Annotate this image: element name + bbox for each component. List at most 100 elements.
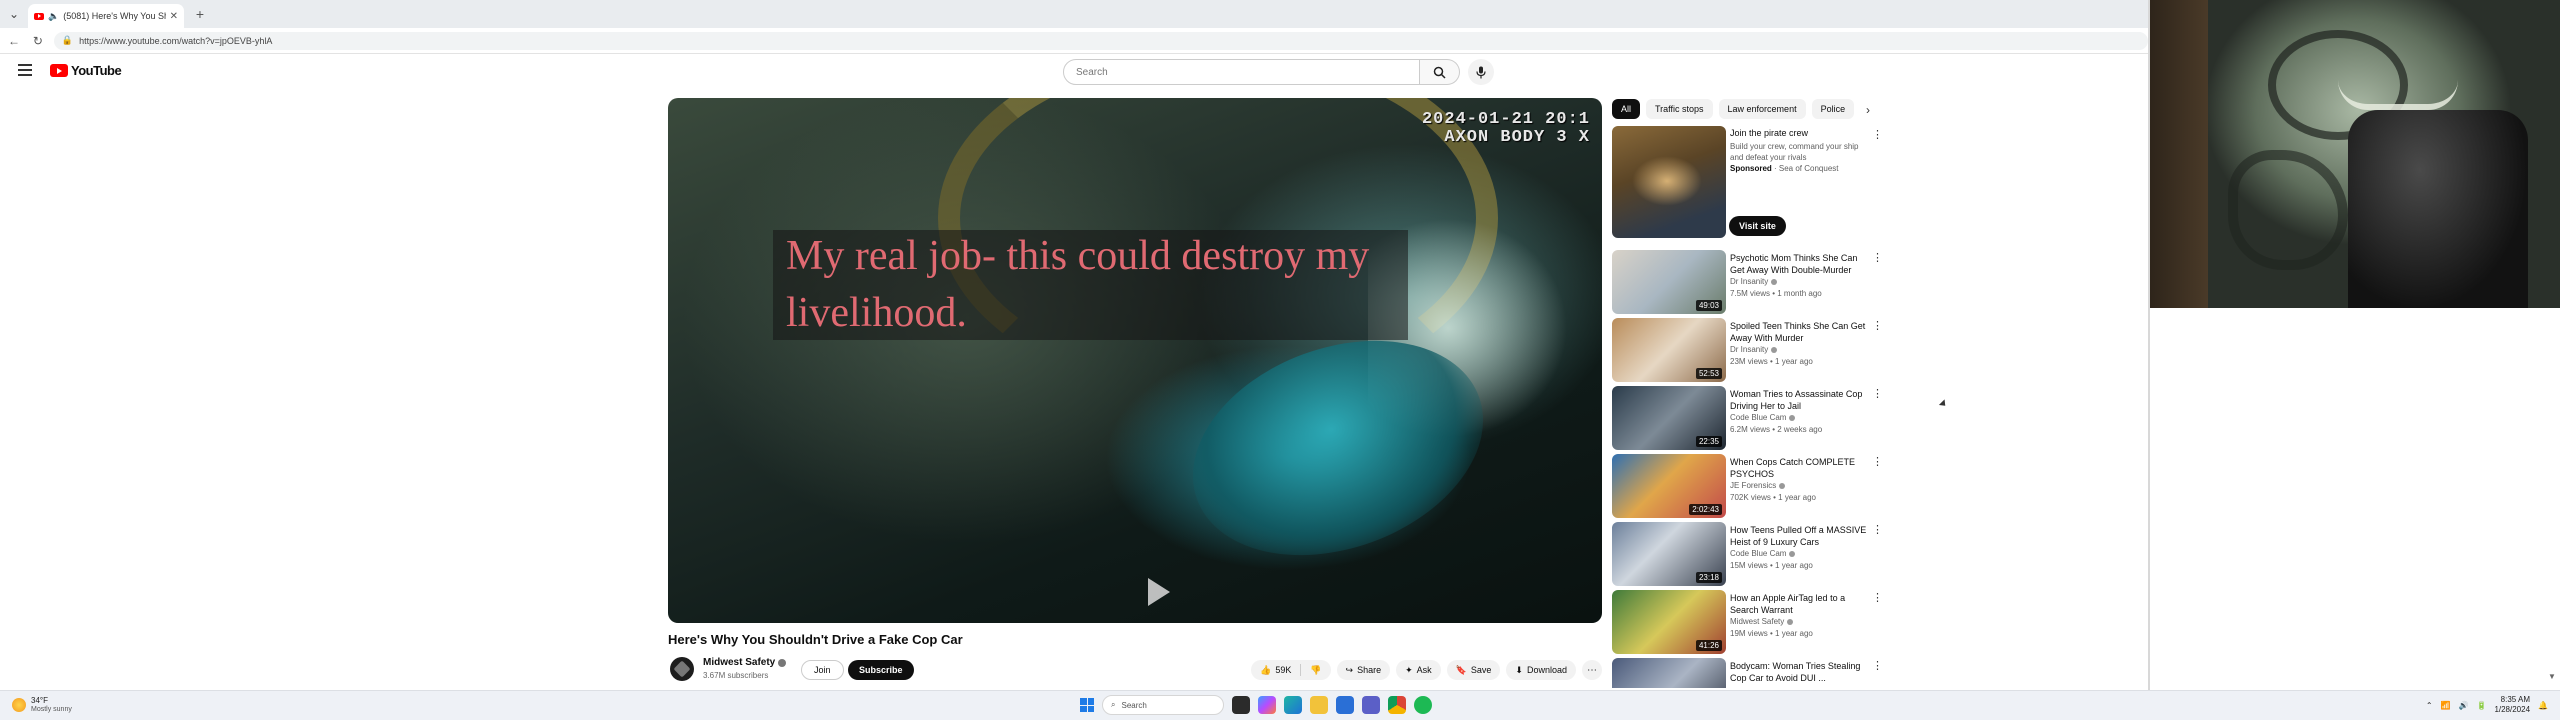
tab-list-chevron-icon[interactable]: ⌄ xyxy=(0,0,28,28)
copilot-icon[interactable] xyxy=(1258,696,1276,714)
channel-name-link[interactable]: Midwest Safety xyxy=(703,657,787,668)
more-actions-button[interactable]: ⋯ xyxy=(1582,660,1602,680)
youtube-logo[interactable]: YouTube xyxy=(50,63,122,78)
channel-name[interactable]: JE Forensics xyxy=(1730,481,1776,490)
chip-police[interactable]: Police xyxy=(1811,99,1855,119)
video-thumbnail[interactable]: 41:26 xyxy=(1612,590,1726,654)
teams-icon[interactable] xyxy=(1362,696,1380,714)
file-explorer-icon[interactable] xyxy=(1310,696,1328,714)
ask-button[interactable]: ✦ Ask xyxy=(1396,660,1441,680)
list-item[interactable]: Bodycam: Woman Tries Stealing Cop Car to… xyxy=(1612,658,1882,688)
list-item[interactable]: 23:18 How Teens Pulled Off a MASSIVE Hei… xyxy=(1612,522,1883,590)
channel-line: Dr Insanity xyxy=(1730,277,1778,286)
video-title-link[interactable]: When Cops Catch COMPLETE PSYCHOS xyxy=(1730,456,1870,480)
search-button[interactable] xyxy=(1420,59,1460,85)
task-view-icon[interactable] xyxy=(1232,696,1250,714)
kebab-menu-icon[interactable]: ⋮ xyxy=(1872,320,1883,332)
volume-icon[interactable]: 🔊 xyxy=(2459,701,2469,710)
ad-thumbnail[interactable] xyxy=(1612,126,1726,238)
search-icon: ⌕ xyxy=(1111,700,1116,709)
chrome-icon[interactable] xyxy=(1388,696,1406,714)
video-duration: 49:03 xyxy=(1695,300,1722,311)
join-button[interactable]: Join xyxy=(801,660,844,680)
visit-site-button[interactable]: Visit site xyxy=(1729,216,1786,236)
spotify-icon[interactable] xyxy=(1414,696,1432,714)
list-item[interactable]: 2:02:43 When Cops Catch COMPLETE PSYCHOS… xyxy=(1612,454,1883,522)
list-item[interactable]: 22:35 Woman Tries to Assassinate Cop Dri… xyxy=(1612,386,1883,454)
system-clock[interactable]: 8:35 AM 1/28/2024 xyxy=(2494,695,2530,715)
channel-name[interactable]: Dr Insanity xyxy=(1730,277,1768,286)
scroll-down-arrow-icon[interactable]: ▼ xyxy=(2548,672,2556,681)
new-tab-plus-icon[interactable]: + xyxy=(188,6,212,22)
kebab-menu-icon[interactable]: ⋮ xyxy=(1872,592,1883,604)
kebab-menu-icon[interactable]: ⋮ xyxy=(1872,252,1883,264)
search-input[interactable] xyxy=(1063,59,1420,85)
download-button[interactable]: ⬇ Download xyxy=(1506,660,1576,680)
like-button[interactable]: 👍 59K xyxy=(1251,660,1300,680)
ad-title[interactable]: Join the pirate crew xyxy=(1730,128,1808,138)
weather-widget[interactable]: 34°F Mostly sunny xyxy=(12,696,72,714)
store-icon[interactable] xyxy=(1336,696,1354,714)
audio-playing-icon[interactable]: 🔈 xyxy=(48,11,59,22)
hamburger-menu-icon[interactable] xyxy=(18,64,32,76)
video-thumbnail[interactable]: 23:18 xyxy=(1612,522,1726,586)
channel-name[interactable]: Code Blue Cam xyxy=(1730,549,1786,558)
voice-search-button[interactable] xyxy=(1468,59,1494,85)
youtube-wordmark: YouTube xyxy=(71,63,122,78)
share-button[interactable]: ↪ Share xyxy=(1336,660,1391,680)
chip-traffic-stops[interactable]: Traffic stops xyxy=(1646,99,1713,119)
battery-icon[interactable]: 🔋 xyxy=(2476,701,2486,710)
list-item[interactable]: 49:03 Psychotic Mom Thinks She Can Get A… xyxy=(1612,250,1883,318)
back-arrow-icon[interactable]: ← xyxy=(4,34,24,48)
windows-taskbar: 34°F Mostly sunny ⌕ Search ⌃ 📶 🔊 🔋 8:35 … xyxy=(0,690,2560,720)
subscribe-button[interactable]: Subscribe xyxy=(848,660,914,680)
kebab-menu-icon[interactable]: ⋮ xyxy=(1872,660,1882,672)
clock-time: 8:35 AM xyxy=(2500,695,2531,704)
taskbar-search[interactable]: ⌕ Search xyxy=(1102,695,1224,715)
windows-start-icon[interactable] xyxy=(1080,698,1094,712)
youtube-favicon-icon xyxy=(34,12,44,20)
channel-name[interactable]: Dr Insanity xyxy=(1730,345,1768,354)
network-icon[interactable]: 📶 xyxy=(2441,701,2451,710)
video-player[interactable]: 2024-01-21 20:1 AXON BODY 3 X My real jo… xyxy=(668,98,1602,623)
list-item[interactable]: 41:26 How an Apple AirTag led to a Searc… xyxy=(1612,590,1883,658)
video-title-link[interactable]: Woman Tries to Assassinate Cop Driving H… xyxy=(1730,388,1870,412)
kebab-menu-icon[interactable]: ⋮ xyxy=(1872,524,1883,536)
video-title-link[interactable]: Bodycam: Woman Tries Stealing Cop Car to… xyxy=(1730,660,1870,684)
kebab-menu-icon[interactable]: ⋮ xyxy=(1872,128,1883,141)
save-button[interactable]: 🔖 Save xyxy=(1446,660,1501,680)
notifications-bell-icon[interactable]: 🔔 xyxy=(2538,701,2548,710)
video-thumbnail[interactable]: 22:35 xyxy=(1612,386,1726,450)
chip-all[interactable]: All xyxy=(1612,99,1641,119)
video-thumbnail[interactable]: 2:02:43 xyxy=(1612,454,1726,518)
site-info-icon[interactable]: 🔒 xyxy=(62,35,73,46)
video-title-link[interactable]: Spoiled Teen Thinks She Can Get Away Wit… xyxy=(1730,320,1870,344)
bookmark-icon: 🔖 xyxy=(1455,664,1467,675)
video-title-link[interactable]: How an Apple AirTag led to a Search Warr… xyxy=(1730,592,1870,616)
video-thumbnail[interactable] xyxy=(1612,658,1726,688)
chip-law-enforcement[interactable]: Law enforcement xyxy=(1718,99,1806,119)
list-item[interactable]: 52:53 Spoiled Teen Thinks She Can Get Aw… xyxy=(1612,318,1883,386)
dislike-button[interactable]: 👎 xyxy=(1301,660,1330,680)
channel-name[interactable]: Midwest Safety xyxy=(1730,617,1784,626)
video-title-link[interactable]: Psychotic Mom Thinks She Can Get Away Wi… xyxy=(1730,252,1870,276)
video-thumbnail[interactable]: 52:53 xyxy=(1612,318,1726,382)
url-field[interactable]: 🔒 https://www.youtube.com/watch?v=jpOEVB… xyxy=(53,31,2148,50)
kebab-menu-icon[interactable]: ⋮ xyxy=(1872,388,1883,400)
channel-avatar[interactable] xyxy=(670,657,694,681)
edge-browser-icon[interactable] xyxy=(1284,696,1302,714)
video-caption: My real job- this could destroy my livel… xyxy=(786,233,1370,336)
kebab-menu-icon[interactable]: ⋮ xyxy=(1872,456,1883,468)
video-title-link[interactable]: How Teens Pulled Off a MASSIVE Heist of … xyxy=(1730,524,1870,548)
tray-chevron-icon[interactable]: ⌃ xyxy=(2426,701,2433,710)
browser-tab-youtube[interactable]: 🔈 (5081) Here's Why You Shoul... ✕ xyxy=(28,4,184,28)
channel-name[interactable]: Code Blue Cam xyxy=(1730,413,1786,422)
sponsored-ad[interactable]: Join the pirate crew Build your crew, co… xyxy=(1612,126,1883,244)
youtube-play-logo-icon xyxy=(50,64,68,77)
page-scrollbar[interactable] xyxy=(2148,0,2150,690)
video-thumbnail[interactable]: 49:03 xyxy=(1612,250,1726,314)
reload-icon[interactable]: ↻ xyxy=(28,34,48,48)
channel-line: Midwest Safety xyxy=(1730,617,1794,626)
chips-next-chevron-icon[interactable]: › xyxy=(1858,100,1878,120)
close-tab-icon[interactable]: ✕ xyxy=(170,11,178,22)
